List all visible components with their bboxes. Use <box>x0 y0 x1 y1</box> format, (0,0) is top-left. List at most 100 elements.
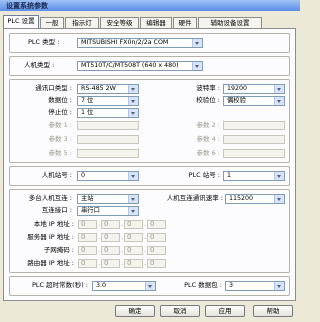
ip-octet[interactable]: 0 <box>147 246 166 255</box>
ip-octet[interactable]: 0 <box>101 233 120 242</box>
ip-octet[interactable]: 0 <box>101 246 120 255</box>
station-group: 人机站号 : 0 PLC 站号 : 1 <box>9 166 290 186</box>
ok-button[interactable]: 确定 <box>115 305 155 317</box>
plc-station-select[interactable]: 1 <box>223 171 285 181</box>
cancel-button[interactable]: 取消 <box>160 305 200 317</box>
multi-link-label: 多台人机互连 : <box>28 194 72 202</box>
multi-hmi-group: 多台人机互连 : 主站 人机互连通讯速率 : 115200 互连接口 : 串行口… <box>9 189 290 273</box>
port-type-select[interactable]: RS-485 2W <box>77 84 139 94</box>
ip-octet[interactable]: 0 <box>101 220 120 229</box>
multi-link-value: 主站 <box>81 195 94 202</box>
stopbits-value: 1 位 <box>81 109 94 116</box>
chevron-down-icon[interactable] <box>128 172 138 180</box>
hmi-station-value: 0 <box>81 172 86 179</box>
baud-value: 19200 <box>227 85 248 92</box>
ip-octet[interactable]: 0 <box>78 246 97 255</box>
plc-type-group: PLC 类型 : MITSUBISHI FX0n/2/2a COM <box>9 33 290 53</box>
param4-label: 参数 4 : <box>196 135 220 143</box>
param2-label: 参数 2 : <box>196 121 220 129</box>
local-ip-label: 本地 IP 地址 : <box>33 220 74 228</box>
help-button[interactable]: 帮助 <box>253 305 293 317</box>
hmi-station-select[interactable]: 0 <box>77 171 139 181</box>
stopbits-select[interactable]: 1 位 <box>77 108 139 118</box>
param6-input[interactable] <box>223 149 285 158</box>
tab-indicator[interactable]: 指示灯 <box>65 17 99 28</box>
stopbits-label: 停止位 : <box>48 108 72 116</box>
ip-octet[interactable]: 0 <box>124 233 143 242</box>
param4-input[interactable] <box>223 135 285 144</box>
timeout-select[interactable]: 3.0 <box>92 281 156 291</box>
timeout-value: 3.0 <box>96 282 107 289</box>
chevron-down-icon[interactable] <box>145 282 155 290</box>
ip-octet[interactable]: 0 <box>101 259 120 268</box>
tab-security[interactable]: 安全等级 <box>100 17 139 28</box>
hmi-type-select[interactable]: MT510T/C/MT508T (640 x 480) <box>77 61 203 71</box>
tab-plc-settings[interactable]: PLC 设置 <box>3 15 39 29</box>
param6-label: 参数 6 : <box>196 149 220 157</box>
chevron-down-icon[interactable] <box>192 39 202 47</box>
ip-octet[interactable]: 0 <box>78 233 97 242</box>
chevron-down-icon[interactable] <box>274 172 284 180</box>
blocks-value: 3 <box>229 282 234 289</box>
settings-dialog: 设置系统参数 PLC 设置 一般 指示灯 安全等级 编辑器 硬件 辅助设备设置 … <box>0 0 300 322</box>
databits-label: 数据位 : <box>48 96 72 104</box>
chevron-down-icon[interactable] <box>274 195 284 203</box>
databits-select[interactable]: 7 位 <box>77 96 139 106</box>
chevron-down-icon[interactable] <box>128 97 138 105</box>
ip-octet[interactable]: 0 <box>124 246 143 255</box>
timeout-label: PLC 超时常数(秒) : <box>32 281 88 289</box>
ip-octet[interactable]: 0 <box>147 220 166 229</box>
title-bar[interactable]: 设置系统参数 <box>0 0 300 11</box>
port-type-label: 通讯口类型 : <box>35 84 72 92</box>
link-port-value: 串行口 <box>81 207 100 214</box>
param3-label: 参数 3 : <box>48 135 72 143</box>
ip-octet[interactable]: 0 <box>124 259 143 268</box>
tab-hardware[interactable]: 硬件 <box>173 17 197 28</box>
link-port-label: 互连接口 : <box>41 206 72 214</box>
link-speed-value: 115200 <box>229 195 254 202</box>
chevron-down-icon[interactable] <box>274 282 284 290</box>
apply-button[interactable]: 应用 <box>205 305 245 317</box>
blocks-select[interactable]: 3 <box>225 281 285 291</box>
hmi-type-group: 人机类型 : MT510T/C/MT508T (640 x 480) <box>9 56 290 76</box>
subnet-label: 子网掩码 : <box>43 246 74 254</box>
router-ip-label: 路由器 IP 地址 : <box>27 259 74 267</box>
chevron-down-icon[interactable] <box>274 85 284 93</box>
server-ip-label: 服务器 IP 地址 : <box>27 233 74 241</box>
param2-input[interactable] <box>223 121 285 130</box>
port-type-value: RS-485 2W <box>81 85 116 92</box>
param1-input[interactable] <box>77 121 139 130</box>
chevron-down-icon[interactable] <box>128 195 138 203</box>
ip-octet[interactable]: 0 <box>78 259 97 268</box>
plc-settings-panel: PLC 类型 : MITSUBISHI FX0n/2/2a COM 人机类型 :… <box>3 28 296 301</box>
baud-select[interactable]: 19200 <box>223 84 285 94</box>
hmi-type-value: MT510T/C/MT508T (640 x 480) <box>81 62 179 69</box>
window-title: 设置系统参数 <box>6 2 48 10</box>
link-port-select[interactable]: 串行口 <box>77 206 139 216</box>
ip-octet[interactable]: 0 <box>147 233 166 242</box>
blocks-label: PLC 数据包 : <box>184 281 222 289</box>
chevron-down-icon[interactable] <box>128 109 138 117</box>
databits-value: 7 位 <box>81 97 94 104</box>
param3-input[interactable] <box>77 135 139 144</box>
tab-general[interactable]: 一般 <box>40 17 64 28</box>
chevron-down-icon[interactable] <box>274 97 284 105</box>
parity-select[interactable]: 偶校验 <box>223 96 285 106</box>
parity-label: 校验位 : <box>196 96 220 104</box>
tab-aux-devices[interactable]: 辅助设备设置 <box>198 17 262 28</box>
plc-station-label: PLC 站号 : <box>188 171 220 179</box>
tab-editor[interactable]: 编辑器 <box>140 17 172 28</box>
chevron-down-icon[interactable] <box>192 62 202 70</box>
ip-octet[interactable]: 0 <box>78 220 97 229</box>
link-speed-select[interactable]: 115200 <box>225 194 285 204</box>
ip-octet[interactable]: 0 <box>147 259 166 268</box>
chevron-down-icon[interactable] <box>128 207 138 215</box>
plc-station-value: 1 <box>227 172 232 179</box>
param1-label: 参数 1 : <box>48 121 72 129</box>
chevron-down-icon[interactable] <box>128 85 138 93</box>
baud-label: 波特率 : <box>196 84 220 92</box>
ip-octet[interactable]: 0 <box>124 220 143 229</box>
param5-input[interactable] <box>77 149 139 158</box>
multi-link-select[interactable]: 主站 <box>77 194 139 204</box>
plc-type-select[interactable]: MITSUBISHI FX0n/2/2a COM <box>77 38 203 48</box>
